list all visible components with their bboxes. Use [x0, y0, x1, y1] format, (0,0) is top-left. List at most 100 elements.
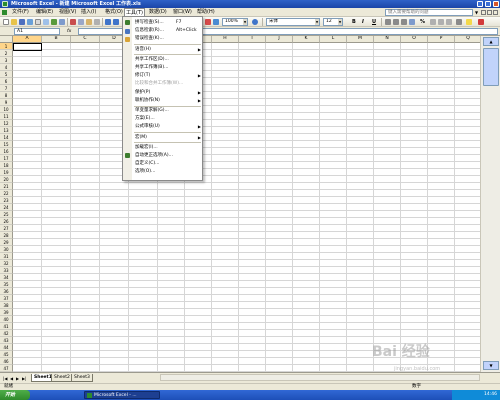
row-header-15[interactable]: 15 — [0, 141, 13, 149]
indent-icon[interactable] — [446, 19, 452, 25]
row-header-36[interactable]: 36 — [0, 288, 13, 296]
worksheet-grid[interactable]: ABCDEFGHIJKLMNOPQ 1234567891011121314151… — [0, 36, 480, 372]
font-name-select[interactable]: 宋体 ▼ — [266, 18, 320, 26]
format-painter-icon[interactable] — [94, 19, 100, 25]
column-header-j[interactable]: J — [266, 36, 293, 43]
research-icon[interactable] — [59, 19, 65, 25]
column-header-p[interactable]: P — [428, 36, 455, 43]
font-size-select[interactable]: 12 ▼ — [323, 18, 343, 26]
column-header-l[interactable]: L — [320, 36, 347, 43]
chart-wizard-icon[interactable] — [205, 19, 211, 25]
doc-restore-button[interactable] — [487, 10, 492, 15]
maximize-button[interactable] — [485, 1, 491, 7]
column-header-n[interactable]: N — [374, 36, 401, 43]
align-right-icon[interactable] — [401, 19, 407, 25]
name-box[interactable]: A1 — [14, 28, 60, 35]
row-header-46[interactable]: 46 — [0, 358, 13, 366]
row-header-40[interactable]: 40 — [0, 316, 13, 324]
tools-menu-item-14[interactable]: 加载宏(I)... — [132, 144, 203, 152]
row-header-32[interactable]: 32 — [0, 260, 13, 268]
row-header-18[interactable]: 18 — [0, 162, 13, 170]
column-header-c[interactable]: C — [71, 36, 100, 43]
italic-button[interactable]: I — [362, 19, 364, 25]
column-header-k[interactable]: K — [293, 36, 320, 43]
row-header-17[interactable]: 17 — [0, 155, 13, 163]
column-header-i[interactable]: I — [239, 36, 266, 43]
row-header-28[interactable]: 28 — [0, 232, 13, 240]
row-header-43[interactable]: 43 — [0, 337, 13, 345]
menu-view[interactable]: 视图(V) — [58, 9, 77, 16]
row-header-27[interactable]: 27 — [0, 225, 13, 233]
row-header-6[interactable]: 6 — [0, 78, 13, 86]
next-sheet-icon[interactable]: ▶ — [16, 376, 19, 381]
row-header-1[interactable]: 1 — [0, 43, 13, 50]
font-size-dropdown-icon[interactable]: ▼ — [338, 19, 342, 25]
row-header-26[interactable]: 26 — [0, 218, 13, 226]
row-header-31[interactable]: 31 — [0, 253, 13, 261]
row-header-23[interactable]: 23 — [0, 197, 13, 205]
row-header-11[interactable]: 11 — [0, 113, 13, 121]
row-header-20[interactable]: 20 — [0, 176, 13, 184]
minimize-button[interactable] — [477, 1, 483, 7]
select-all-corner[interactable] — [0, 36, 13, 43]
increase-decimal-icon[interactable] — [430, 19, 436, 25]
row-header-21[interactable]: 21 — [0, 183, 13, 191]
row-header-12[interactable]: 12 — [0, 120, 13, 128]
help-search-dropdown-icon[interactable]: ▼ — [474, 9, 479, 16]
menu-insert[interactable]: 插入(I) — [80, 9, 97, 16]
row-header-3[interactable]: 3 — [0, 57, 13, 65]
zoom-select[interactable]: 100% ▼ — [222, 18, 248, 26]
last-sheet-icon[interactable]: ▶| — [22, 376, 26, 381]
column-header-h[interactable]: H — [212, 36, 239, 43]
start-button[interactable]: 开始 — [0, 390, 30, 400]
tools-menu-item-9[interactable]: 联机协作(N) ▶ — [132, 97, 203, 105]
spelling-icon[interactable] — [51, 19, 57, 25]
tools-menu-item-1[interactable]: 信息检索(R)... Alt+Click — [132, 27, 203, 35]
menu-edit[interactable]: 编辑(E) — [35, 9, 54, 16]
row-header-22[interactable]: 22 — [0, 190, 13, 198]
first-sheet-icon[interactable]: |◀ — [3, 376, 7, 381]
underline-button[interactable]: U — [372, 19, 376, 25]
tools-menu-item-2[interactable]: 错误检查(K)... — [132, 35, 203, 43]
column-header-a[interactable]: A — [13, 36, 42, 43]
tools-menu-item-4[interactable]: 共享工作区(D)... — [132, 56, 203, 64]
merge-center-icon[interactable] — [409, 19, 415, 25]
close-button[interactable] — [493, 1, 499, 7]
row-header-4[interactable]: 4 — [0, 64, 13, 72]
tools-menu-item-6[interactable]: 修订(T) ▶ — [132, 72, 203, 80]
tools-menu-item-13[interactable]: 宏(M) ▶ — [132, 134, 203, 142]
open-icon[interactable] — [11, 19, 17, 25]
font-name-dropdown-icon[interactable]: ▼ — [315, 19, 319, 25]
decrease-decimal-icon[interactable] — [438, 19, 444, 25]
tools-menu-item-8[interactable]: 保护(P) ▶ — [132, 89, 203, 97]
print-icon[interactable] — [35, 19, 41, 25]
scroll-down-icon[interactable]: ▼ — [483, 361, 499, 370]
menu-format[interactable]: 格式(O) — [104, 9, 124, 16]
taskbar-excel-button[interactable]: Microsoft Excel - ... — [84, 391, 160, 399]
borders-icon[interactable] — [456, 19, 462, 25]
row-header-13[interactable]: 13 — [0, 127, 13, 135]
tools-menu-item-12[interactable]: 公式审核(U) ▶ — [132, 123, 203, 131]
row-header-29[interactable]: 29 — [0, 239, 13, 247]
row-header-45[interactable]: 45 — [0, 351, 13, 359]
new-icon[interactable] — [3, 19, 9, 25]
align-left-icon[interactable] — [385, 19, 391, 25]
drawing-icon[interactable] — [213, 19, 219, 25]
tools-menu-item-5[interactable]: 共享工作簿(B)... — [132, 64, 203, 72]
doc-minimize-button[interactable] — [481, 10, 486, 15]
row-header-2[interactable]: 2 — [0, 50, 13, 57]
row-header-42[interactable]: 42 — [0, 330, 13, 338]
row-header-25[interactable]: 25 — [0, 211, 13, 219]
help-icon[interactable] — [252, 19, 258, 25]
doc-close-button[interactable] — [493, 10, 498, 15]
row-header-8[interactable]: 8 — [0, 92, 13, 100]
tools-menu-item-11[interactable]: 方案(E)... — [132, 115, 203, 123]
active-cell-outline[interactable] — [13, 43, 42, 51]
menu-file[interactable]: 文件(F) — [11, 9, 30, 16]
copy-icon[interactable] — [78, 19, 84, 25]
percent-style-button[interactable]: % — [420, 19, 425, 25]
row-header-14[interactable]: 14 — [0, 134, 13, 142]
row-header-39[interactable]: 39 — [0, 309, 13, 317]
save-icon[interactable] — [19, 19, 25, 25]
row-header-9[interactable]: 9 — [0, 99, 13, 107]
